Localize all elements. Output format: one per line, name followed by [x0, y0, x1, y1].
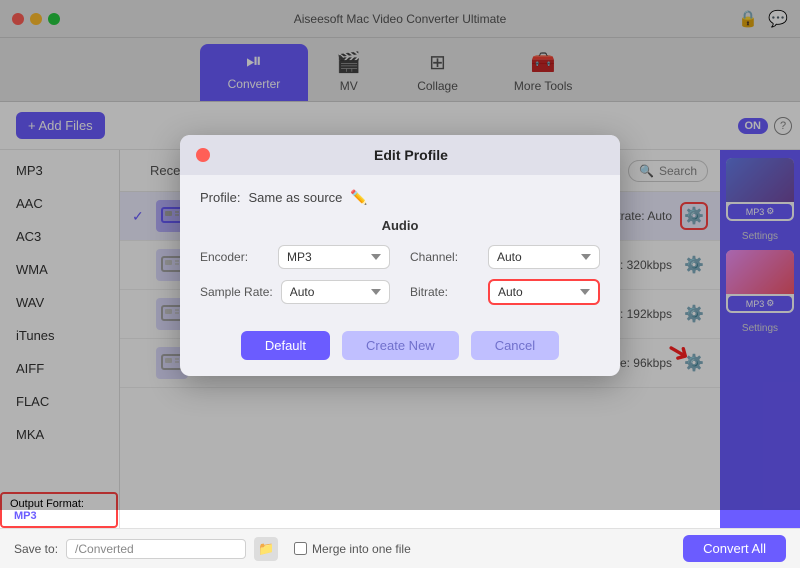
dialog-footer: Default Create New Cancel	[180, 319, 620, 376]
dialog-header: Edit Profile	[180, 135, 620, 175]
sample-rate-select[interactable]: Auto 44100 48000	[281, 280, 390, 304]
dialog-body: Profile: Same as source ✏️ Audio Encoder…	[180, 175, 620, 319]
audio-section-title: Audio	[200, 218, 600, 233]
convert-all-button[interactable]: Convert All	[683, 535, 786, 562]
default-button[interactable]: Default	[241, 331, 330, 360]
edit-profile-dialog: Edit Profile Profile: Same as source ✏️ …	[180, 135, 620, 376]
channel-select[interactable]: Auto Stereo Mono	[488, 245, 600, 269]
output-format-value: MP3	[14, 510, 37, 522]
cancel-button[interactable]: Cancel	[471, 331, 559, 360]
dialog-overlay: Edit Profile Profile: Same as source ✏️ …	[0, 0, 800, 510]
encoder-label: Encoder:	[200, 250, 270, 264]
bitrate-label: Bitrate:	[410, 285, 480, 299]
save-path-display: /Converted	[66, 539, 246, 559]
merge-checkbox-container: Merge into one file	[294, 542, 411, 556]
sample-rate-field: Sample Rate: Auto 44100 48000	[200, 279, 390, 305]
channel-field: Channel: Auto Stereo Mono	[410, 245, 600, 269]
dialog-title: Edit Profile	[218, 147, 604, 163]
create-new-button[interactable]: Create New	[342, 331, 459, 360]
edit-profile-icon[interactable]: ✏️	[350, 189, 367, 206]
profile-value: Same as source	[248, 190, 342, 205]
browse-folder-button[interactable]: 📁	[254, 537, 278, 561]
encoder-select[interactable]: MP3 AAC AC3	[278, 245, 390, 269]
encoder-field: Encoder: MP3 AAC AC3	[200, 245, 390, 269]
bottom-bar: Save to: /Converted 📁 Merge into one fil…	[0, 528, 800, 568]
profile-label: Profile:	[200, 190, 240, 205]
dialog-close-button[interactable]	[196, 148, 210, 162]
merge-label: Merge into one file	[312, 542, 411, 556]
bitrate-select[interactable]: Auto 128kbps 192kbps 320kbps	[488, 279, 600, 305]
profile-row: Profile: Same as source ✏️	[200, 189, 600, 206]
bitrate-field: Bitrate: Auto 128kbps 192kbps 320kbps	[410, 279, 600, 305]
sample-rate-label: Sample Rate:	[200, 285, 273, 299]
save-to-label: Save to:	[14, 542, 58, 556]
form-grid: Encoder: MP3 AAC AC3 Channel: Auto Stere…	[200, 245, 600, 305]
merge-checkbox[interactable]	[294, 542, 307, 555]
channel-label: Channel:	[410, 250, 480, 264]
